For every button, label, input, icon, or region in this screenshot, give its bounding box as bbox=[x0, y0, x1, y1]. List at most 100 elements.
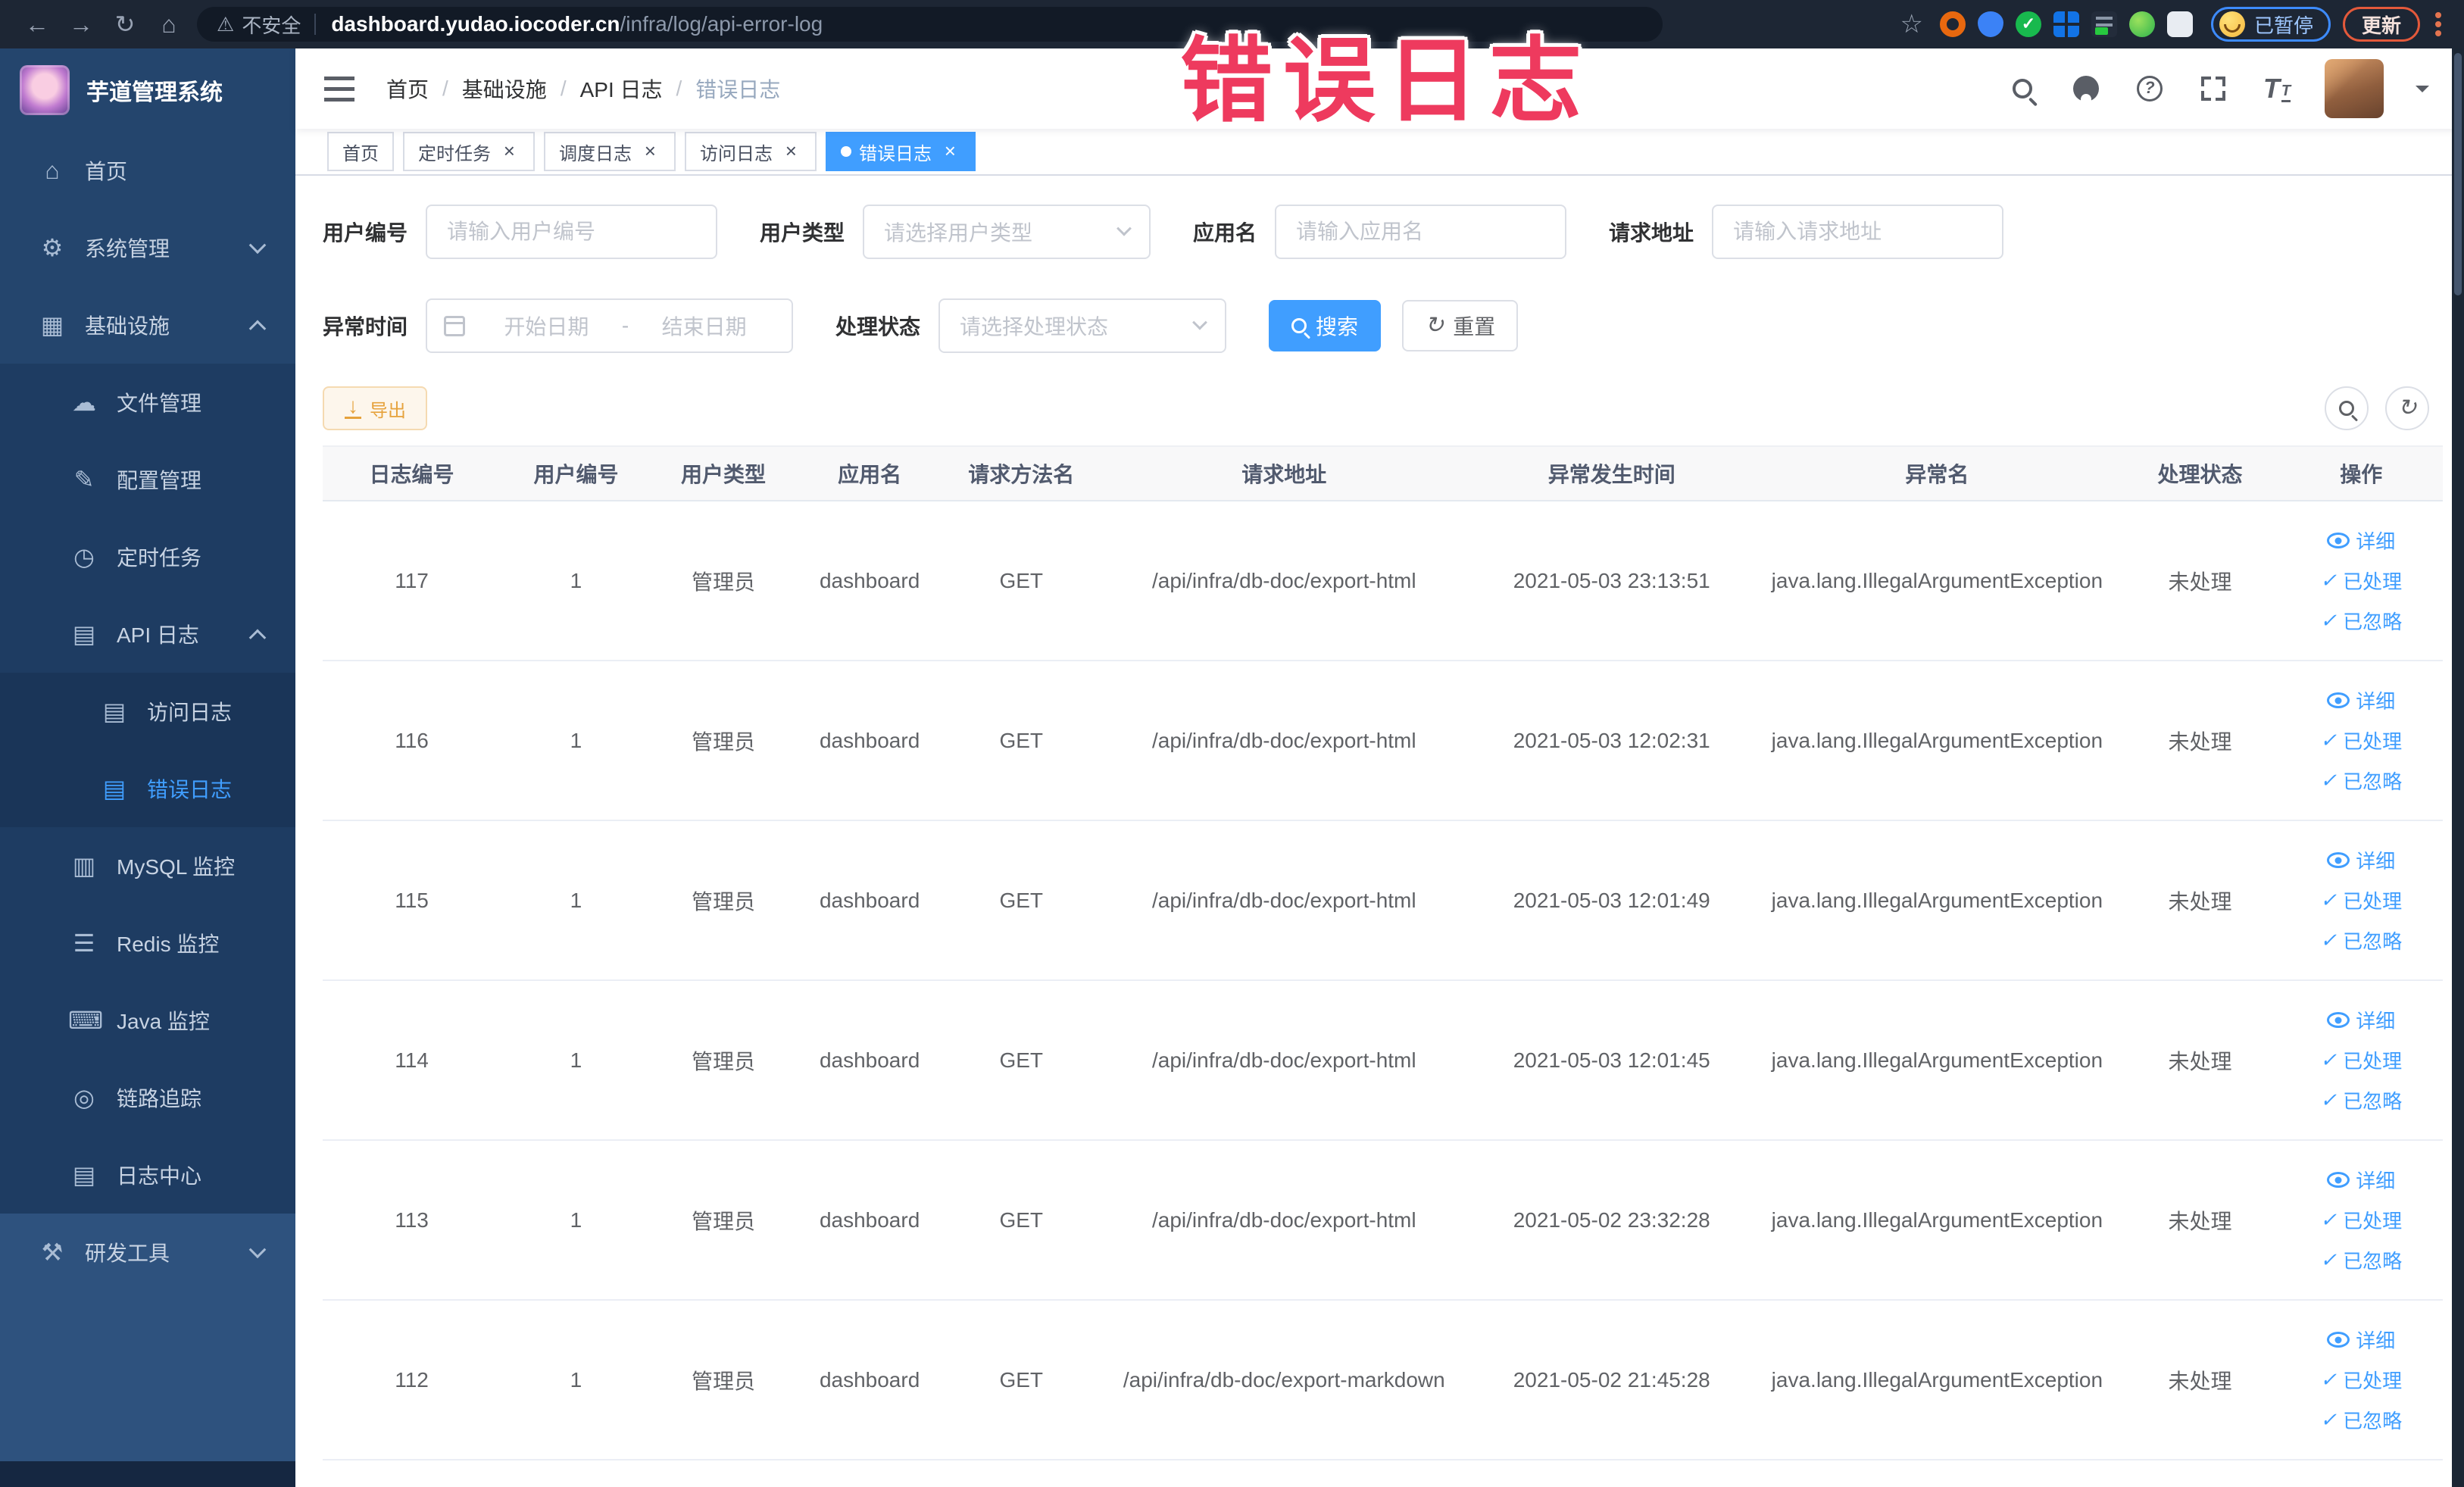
breadcrumb-link[interactable]: API 日志 bbox=[580, 73, 663, 104]
eye-icon bbox=[2327, 852, 2350, 868]
close-icon[interactable] bbox=[939, 141, 960, 162]
process-status-select[interactable]: 请选择处理状态 bbox=[938, 298, 1227, 353]
user-id-input[interactable] bbox=[426, 205, 718, 259]
toolbar-right bbox=[2325, 386, 2443, 430]
sidebar-item[interactable]: ▥ MySQL 监控 bbox=[0, 827, 295, 904]
log-center-icon: ▤ bbox=[72, 1161, 96, 1189]
table-row: 115 1 管理员 dashboard GET /api/infra/db-do… bbox=[323, 820, 2443, 981]
sidebar-scrollbar[interactable] bbox=[0, 1461, 295, 1487]
browser-reload-icon[interactable] bbox=[103, 0, 147, 48]
mark-processed-link[interactable]: 已处理 bbox=[2320, 886, 2402, 914]
profile-paused-badge[interactable]: 已暂停 bbox=[2210, 7, 2331, 42]
annotation-overlay: 错误日志 bbox=[1180, 30, 1592, 133]
tab[interactable]: 访问日志 bbox=[685, 132, 817, 171]
close-icon[interactable] bbox=[498, 141, 520, 162]
github-icon[interactable] bbox=[2070, 73, 2102, 105]
font-size-icon[interactable] bbox=[2261, 73, 2293, 105]
sidebar-item[interactable]: ☁ 文件管理 bbox=[0, 364, 295, 441]
check-icon bbox=[2320, 609, 2337, 633]
detail-link[interactable]: 详细 bbox=[2327, 526, 2395, 555]
extension-grid-icon[interactable] bbox=[2053, 11, 2079, 37]
breadcrumb-link[interactable]: 错误日志 bbox=[695, 73, 780, 104]
mark-ignored-link[interactable]: 已忽略 bbox=[2320, 1086, 2402, 1114]
sidebar-item[interactable]: ▤ 日志中心 bbox=[0, 1136, 295, 1214]
extension-orange-icon[interactable] bbox=[1939, 11, 1966, 37]
tab[interactable]: 首页 bbox=[327, 132, 394, 171]
mark-processed-link[interactable]: 已处理 bbox=[2320, 1046, 2402, 1074]
search-icon[interactable] bbox=[2006, 73, 2038, 105]
user-type-select[interactable]: 请选择用户类型 bbox=[863, 205, 1151, 259]
browser-home-icon[interactable] bbox=[147, 0, 191, 48]
browser-update-button[interactable]: 更新 bbox=[2342, 7, 2420, 42]
extensions-puzzle-icon[interactable] bbox=[2166, 11, 2193, 37]
cell-status: 未处理 bbox=[2120, 1300, 2280, 1460]
check-icon bbox=[2320, 569, 2337, 592]
mark-ignored-link[interactable]: 已忽略 bbox=[2320, 767, 2402, 795]
mark-ignored-link[interactable]: 已忽略 bbox=[2320, 926, 2402, 954]
mark-ignored-link[interactable]: 已忽略 bbox=[2320, 1406, 2402, 1434]
calendar-icon bbox=[444, 315, 466, 336]
sidebar-item[interactable]: ◷ 定时任务 bbox=[0, 518, 295, 595]
user-avatar[interactable] bbox=[2325, 59, 2384, 118]
bookmark-star-icon[interactable] bbox=[1900, 9, 1922, 39]
cell-actions: 详细 已处理 已忽略 bbox=[2279, 820, 2443, 981]
extension-onoff-icon[interactable] bbox=[2091, 11, 2117, 37]
detail-link[interactable]: 详细 bbox=[2327, 686, 2395, 714]
scrollbar-thumb[interactable] bbox=[2454, 53, 2462, 295]
sidebar-item[interactable]: ▦ 基础设施 bbox=[0, 286, 295, 364]
mark-processed-link[interactable]: 已处理 bbox=[2320, 1366, 2402, 1394]
tab[interactable]: 调度日志 bbox=[544, 132, 676, 171]
exception-time-range-picker[interactable]: 开始日期 - 结束日期 bbox=[426, 298, 794, 353]
export-button[interactable]: 导出 bbox=[323, 386, 427, 430]
mark-ignored-link[interactable]: 已忽略 bbox=[2320, 1246, 2402, 1274]
toggle-search-button[interactable] bbox=[2325, 386, 2369, 430]
col-user-type: 用户类型 bbox=[651, 445, 796, 501]
app-logo[interactable]: 芋道管理系统 bbox=[0, 48, 295, 132]
help-icon[interactable] bbox=[2134, 73, 2166, 105]
hamburger-icon[interactable] bbox=[324, 76, 354, 102]
mark-processed-link[interactable]: 已处理 bbox=[2320, 1206, 2402, 1234]
tab[interactable]: 错误日志 bbox=[826, 132, 976, 171]
request-url-input[interactable] bbox=[1712, 205, 2004, 259]
cell-log-id: 116 bbox=[323, 661, 501, 821]
user-menu-caret-icon[interactable] bbox=[2416, 86, 2429, 99]
browser-menu-icon[interactable] bbox=[2435, 21, 2441, 27]
extension-leaf-icon[interactable] bbox=[2128, 11, 2155, 37]
eye-icon bbox=[2327, 692, 2350, 708]
close-icon[interactable] bbox=[780, 141, 801, 162]
exception-time-label: 异常时间 bbox=[323, 315, 408, 339]
sidebar-item[interactable]: ⚙ 系统管理 bbox=[0, 209, 295, 286]
cell-url: /api/infra/db-doc/export-markdown bbox=[1098, 1300, 1470, 1460]
app-name-input[interactable] bbox=[1275, 205, 1567, 259]
sidebar-item[interactable]: ✎ 配置管理 bbox=[0, 441, 295, 518]
sidebar-item[interactable]: ◎ 链路追踪 bbox=[0, 1059, 295, 1136]
mark-ignored-link[interactable]: 已忽略 bbox=[2320, 607, 2402, 635]
breadcrumb-link[interactable]: 基础设施 bbox=[462, 73, 547, 104]
mark-processed-link[interactable]: 已处理 bbox=[2320, 567, 2402, 595]
refresh-table-button[interactable] bbox=[2385, 386, 2429, 430]
sidebar-item[interactable]: ▤ 错误日志 bbox=[0, 750, 295, 827]
extension-check-icon[interactable] bbox=[2015, 11, 2041, 37]
browser-forward-icon[interactable] bbox=[59, 0, 103, 48]
tab[interactable]: 定时任务 bbox=[403, 132, 535, 171]
extension-shield-icon[interactable] bbox=[1977, 11, 2003, 37]
breadcrumb-link[interactable]: 首页 bbox=[386, 73, 429, 104]
sidebar-item[interactable]: ☰ Redis 监控 bbox=[0, 904, 295, 982]
sidebar: 芋道管理系统 ⌂ 首页 ⚙ 系统管理 ▦ 基础设施 ☁ 文件管理 ✎ 配置管理 … bbox=[0, 48, 295, 1487]
sidebar-item[interactable]: ⌨ Java 监控 bbox=[0, 982, 295, 1059]
detail-link[interactable]: 详细 bbox=[2327, 846, 2395, 874]
sidebar-item[interactable]: ▤ API 日志 bbox=[0, 595, 295, 673]
search-button[interactable]: 搜索 bbox=[1269, 300, 1382, 351]
detail-link[interactable]: 详细 bbox=[2327, 1006, 2395, 1034]
browser-scrollbar[interactable] bbox=[2452, 48, 2464, 1487]
reset-button[interactable]: 重置 bbox=[1402, 300, 1519, 351]
sidebar-item[interactable]: ⌂ 首页 bbox=[0, 132, 295, 209]
fullscreen-icon[interactable] bbox=[2197, 73, 2229, 105]
sidebar-item[interactable]: ⚒ 研发工具 bbox=[0, 1214, 295, 1291]
sidebar-item[interactable]: ▤ 访问日志 bbox=[0, 673, 295, 750]
browser-back-icon[interactable] bbox=[15, 0, 59, 48]
detail-link[interactable]: 详细 bbox=[2327, 1326, 2395, 1354]
mark-processed-link[interactable]: 已处理 bbox=[2320, 726, 2402, 754]
detail-link[interactable]: 详细 bbox=[2327, 1166, 2395, 1194]
close-icon[interactable] bbox=[639, 141, 661, 162]
